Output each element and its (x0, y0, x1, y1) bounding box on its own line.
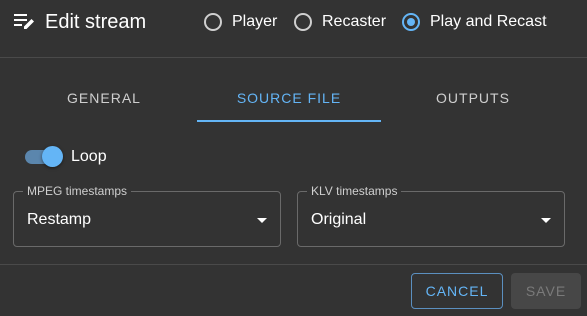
radio-unchecked-icon (204, 13, 222, 31)
dropdown-arrow-icon (541, 218, 551, 223)
toggle-thumb (42, 146, 63, 167)
dropdown-arrow-icon (257, 218, 267, 223)
loop-toggle[interactable] (25, 146, 63, 168)
dialog-title: Edit stream (45, 11, 147, 33)
dialog-header: Edit stream Player Recaster Play and Rec… (0, 0, 587, 57)
radio-player[interactable]: Player (204, 9, 277, 35)
radio-play-and-recast[interactable]: Play and Recast (402, 9, 547, 35)
radio-unchecked-icon (294, 13, 312, 31)
radio-label: Recaster (322, 13, 387, 30)
loop-label: Loop (71, 148, 107, 165)
klv-timestamps-label: KLV timestamps (307, 184, 402, 198)
cancel-button[interactable]: CANCEL (411, 273, 503, 309)
save-button[interactable]: SAVE (511, 273, 581, 309)
edit-stream-dialog: Edit stream Player Recaster Play and Rec… (0, 0, 587, 316)
footer-divider (0, 264, 587, 265)
edit-list-icon (14, 14, 34, 29)
tab-source-file[interactable]: SOURCE FILE (197, 73, 381, 123)
mpeg-timestamps-value: Restamp (27, 211, 92, 228)
header-divider (0, 57, 587, 58)
klv-timestamps-select[interactable]: KLV timestamps Original (297, 184, 565, 247)
mpeg-timestamps-label: MPEG timestamps (23, 184, 132, 198)
tab-general[interactable]: GENERAL (12, 73, 196, 123)
radio-label: Play and Recast (430, 13, 547, 30)
tab-outputs[interactable]: OUTPUTS (381, 73, 565, 123)
active-tab-indicator (197, 120, 381, 122)
radio-label: Player (232, 13, 278, 30)
klv-timestamps-value: Original (311, 211, 367, 228)
radio-recaster[interactable]: Recaster (294, 9, 386, 35)
radio-checked-icon (402, 13, 420, 31)
mpeg-timestamps-select[interactable]: MPEG timestamps Restamp (13, 184, 281, 247)
